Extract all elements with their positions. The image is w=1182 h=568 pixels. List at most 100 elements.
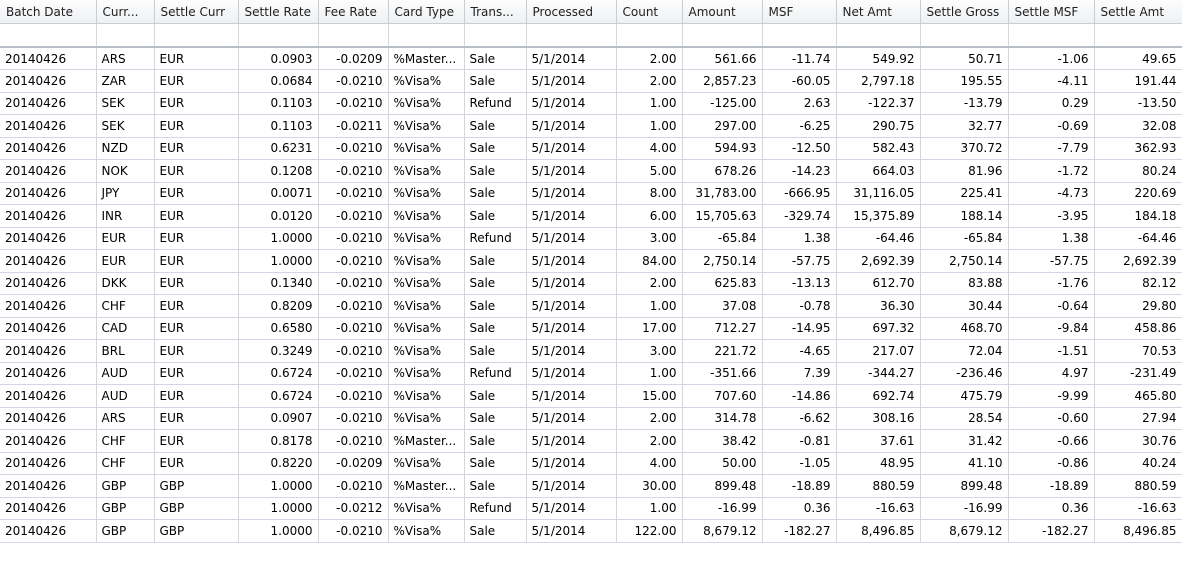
table-cell[interactable]: 28.54 (920, 407, 1009, 430)
table-cell[interactable]: -1.76 (1008, 272, 1095, 295)
table-cell[interactable]: 38.42 (682, 429, 763, 453)
table-cell[interactable]: %Visa% (388, 339, 465, 363)
table-cell[interactable]: -13.13 (762, 272, 837, 295)
table-cell[interactable]: %Visa% (388, 452, 465, 475)
table-cell[interactable]: 31.42 (920, 429, 1009, 453)
table-cell[interactable]: 8.00 (616, 182, 683, 205)
table-cell[interactable]: -16.63 (1094, 497, 1182, 520)
table-cell[interactable]: 184.18 (1094, 204, 1182, 228)
table-cell[interactable]: 50.00 (682, 452, 763, 475)
table-cell[interactable]: -0.0210 (318, 407, 389, 430)
table-cell[interactable]: NOK (96, 159, 155, 183)
table-cell[interactable]: 20140426 (0, 362, 97, 385)
table-cell[interactable]: 2,692.39 (836, 249, 921, 273)
table-cell[interactable]: EUR (96, 249, 155, 273)
table-cell[interactable]: 20140426 (0, 407, 97, 430)
table-cell[interactable]: 2.00 (616, 47, 683, 70)
table-cell[interactable]: -9.84 (1008, 317, 1095, 340)
table-cell[interactable]: CHF (96, 294, 155, 318)
table-cell[interactable]: 8,496.85 (836, 519, 921, 543)
table-cell[interactable]: 4.00 (616, 452, 683, 475)
table-cell[interactable]: -0.0210 (318, 249, 389, 273)
column-filter-input[interactable] (318, 24, 388, 46)
table-cell[interactable]: 188.14 (920, 204, 1009, 228)
table-cell[interactable]: 20140426 (0, 384, 97, 408)
table-cell[interactable]: 20140426 (0, 429, 97, 453)
column-header[interactable]: Settle Rate (238, 0, 319, 24)
table-row[interactable]: 20140426 INR EUR 0.0120 -0.0210 %Visa% Sale 5/1… (0, 204, 1182, 228)
table-cell[interactable]: -64.46 (836, 227, 921, 250)
column-filter-input[interactable] (1008, 24, 1094, 46)
table-cell[interactable]: 0.0684 (238, 69, 319, 93)
table-cell[interactable]: 15,705.63 (682, 204, 763, 228)
table-cell[interactable]: 561.66 (682, 47, 763, 70)
table-cell[interactable]: Sale (464, 519, 527, 543)
table-cell[interactable]: -329.74 (762, 204, 837, 228)
table-cell[interactable]: -125.00 (682, 92, 763, 115)
table-cell[interactable]: 0.36 (762, 497, 837, 520)
table-cell[interactable]: 8,679.12 (920, 519, 1009, 543)
table-cell[interactable]: 20140426 (0, 474, 97, 498)
table-cell[interactable]: 32.77 (920, 114, 1009, 138)
table-cell[interactable]: %Visa% (388, 114, 465, 138)
table-cell[interactable]: 1.0000 (238, 249, 319, 273)
table-row[interactable]: 20140426 GBP GBP 1.0000 -0.0210 %Visa% Sale 5/1… (0, 519, 1182, 543)
table-cell[interactable]: Refund (464, 497, 527, 520)
table-cell[interactable]: Sale (464, 474, 527, 498)
column-header[interactable]: Batch Date (0, 0, 97, 24)
table-cell[interactable]: 475.79 (920, 384, 1009, 408)
table-cell[interactable]: 20140426 (0, 227, 97, 250)
table-cell[interactable]: -0.0210 (318, 384, 389, 408)
table-cell[interactable]: 84.00 (616, 249, 683, 273)
table-cell[interactable]: %Visa% (388, 159, 465, 183)
table-cell[interactable]: 5/1/2014 (526, 474, 617, 498)
table-cell[interactable]: Refund (464, 92, 527, 115)
table-cell[interactable]: 8,679.12 (682, 519, 763, 543)
table-cell[interactable]: 2.00 (616, 272, 683, 295)
table-cell[interactable]: 221.72 (682, 339, 763, 363)
table-cell[interactable]: 0.6724 (238, 362, 319, 385)
column-header[interactable]: Settle Curr (154, 0, 239, 24)
table-cell[interactable]: -11.74 (762, 47, 837, 70)
table-cell[interactable]: 1.0000 (238, 497, 319, 520)
table-cell[interactable]: 20140426 (0, 452, 97, 475)
column-filter-input[interactable] (616, 24, 682, 46)
table-cell[interactable]: 36.30 (836, 294, 921, 318)
column-filter-input[interactable] (682, 24, 762, 46)
table-cell[interactable]: 594.93 (682, 137, 763, 160)
table-cell[interactable]: 362.93 (1094, 137, 1182, 160)
table-cell[interactable]: 2,797.18 (836, 69, 921, 93)
table-cell[interactable]: -0.60 (1008, 407, 1095, 430)
table-cell[interactable]: GBP (154, 497, 239, 520)
table-cell[interactable]: 549.92 (836, 47, 921, 70)
column-header[interactable]: Trans... (464, 0, 527, 24)
table-cell[interactable]: %Visa% (388, 137, 465, 160)
table-cell[interactable]: 0.36 (1008, 497, 1095, 520)
table-cell[interactable]: 1.00 (616, 362, 683, 385)
table-cell[interactable]: -3.95 (1008, 204, 1095, 228)
table-row[interactable]: 20140426 CHF EUR 0.8209 -0.0210 %Visa% Sale 5/1… (0, 294, 1182, 318)
table-row[interactable]: 20140426 CAD EUR 0.6580 -0.0210 %Visa% Sale 5/1… (0, 317, 1182, 340)
table-cell[interactable]: -0.0210 (318, 137, 389, 160)
table-cell[interactable]: %Master... (388, 474, 465, 498)
table-cell[interactable]: CHF (96, 452, 155, 475)
column-header[interactable]: Net Amt (836, 0, 921, 24)
table-cell[interactable]: EUR (154, 69, 239, 93)
table-cell[interactable]: Refund (464, 362, 527, 385)
table-cell[interactable]: 5/1/2014 (526, 272, 617, 295)
table-cell[interactable]: 5/1/2014 (526, 204, 617, 228)
table-row[interactable]: 20140426 GBP GBP 1.0000 -0.0212 %Visa% Refund 5… (0, 497, 1182, 520)
table-cell[interactable]: -57.75 (1008, 249, 1095, 273)
table-cell[interactable]: 50.71 (920, 47, 1009, 70)
table-cell[interactable]: -0.0210 (318, 227, 389, 250)
table-cell[interactable]: 20140426 (0, 47, 97, 70)
table-cell[interactable]: EUR (154, 159, 239, 183)
table-cell[interactable]: 27.94 (1094, 407, 1182, 430)
table-cell[interactable]: EUR (154, 384, 239, 408)
table-cell[interactable]: ARS (96, 407, 155, 430)
table-cell[interactable]: 20140426 (0, 159, 97, 183)
table-cell[interactable]: -1.05 (762, 452, 837, 475)
column-filter-input[interactable] (154, 24, 238, 46)
table-cell[interactable]: %Visa% (388, 294, 465, 318)
table-row[interactable]: 20140426 NOK EUR 0.1208 -0.0210 %Visa% Sale 5/1… (0, 159, 1182, 183)
